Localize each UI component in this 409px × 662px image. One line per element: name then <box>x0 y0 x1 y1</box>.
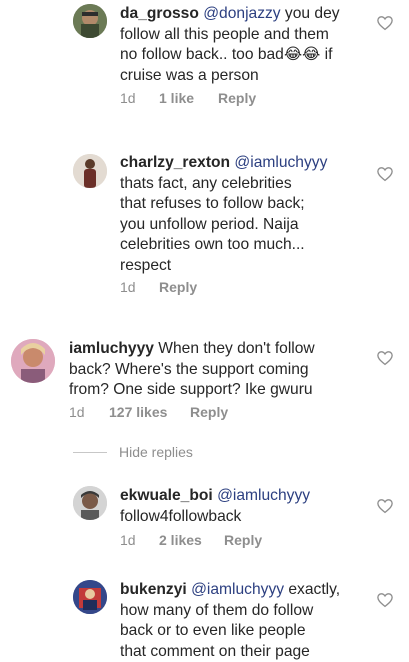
hide-replies-button[interactable]: Hide replies <box>73 444 193 460</box>
avatar-image <box>11 339 55 383</box>
comment-line: celebrities own too much... <box>120 235 375 256</box>
avatar[interactable] <box>73 154 107 188</box>
mention-link[interactable]: @iamluchyyy <box>191 581 284 598</box>
heart-outline-icon[interactable] <box>376 591 394 609</box>
comment-meta: 1d 1 like Reply <box>120 90 256 106</box>
comment-iamluchyyy: iamluchyyy When they don't follow back? … <box>0 336 409 426</box>
comment-text: iamluchyyy When they don't follow back? … <box>69 339 374 401</box>
avatar[interactable] <box>73 4 107 38</box>
timestamp: 1d <box>69 404 109 420</box>
mention-link[interactable]: @iamluchyyy <box>217 487 310 504</box>
avatar[interactable] <box>73 580 107 614</box>
comment-line: back? Where's the support coming <box>69 360 374 381</box>
comment-line: follow4followback <box>120 507 375 528</box>
timestamp: 1d <box>120 532 159 548</box>
avatar[interactable] <box>11 339 55 383</box>
username[interactable]: bukenzyi <box>120 581 187 598</box>
comment-da-grosso: da_grosso @donjazzy you dey follow all t… <box>0 0 409 115</box>
heart-outline-icon[interactable] <box>376 14 394 32</box>
comment-meta: 1d 127 likes Reply <box>69 404 228 420</box>
heart-outline-icon[interactable] <box>376 349 394 367</box>
avatar[interactable] <box>73 486 107 520</box>
likes-count[interactable]: 2 likes <box>159 532 224 548</box>
comment-line: respect <box>120 256 375 277</box>
comment-line: thats fact, any celebrities <box>120 174 375 195</box>
reply-button[interactable]: Reply <box>190 404 228 420</box>
comment-line: that comment on their page <box>120 642 375 662</box>
comment-line: you dey <box>281 5 340 22</box>
comment-line: When they don't follow <box>154 340 315 357</box>
likes-count[interactable]: 1 like <box>159 90 218 106</box>
comment-line: you unfollow period. Naija <box>120 215 375 236</box>
comment-text: charlzy_rexton @iamluchyyy thats fact, a… <box>120 153 375 276</box>
heart-outline-icon[interactable] <box>376 165 394 183</box>
username[interactable]: charlzy_rexton <box>120 154 230 171</box>
avatar-image <box>73 580 107 614</box>
comment-line: exactly, <box>284 581 340 598</box>
avatar-image <box>73 154 107 188</box>
comment-bukenzyi: bukenzyi @iamluchyyy exactly, how many o… <box>0 578 409 658</box>
comment-line: how many of them do follow <box>120 601 375 622</box>
comment-ekwuale-boi: ekwuale_boi @iamluchyyy follow4followbac… <box>0 484 409 554</box>
comment-charlzy-rexton: charlzy_rexton @iamluchyyy thats fact, a… <box>0 150 409 300</box>
comments-screen: da_grosso @donjazzy you dey follow all t… <box>0 0 409 658</box>
timestamp: 1d <box>120 279 159 295</box>
comment-line: that refuses to follow back; <box>120 194 375 215</box>
comment-text: da_grosso @donjazzy you dey follow all t… <box>120 4 375 86</box>
username[interactable]: da_grosso <box>120 5 199 22</box>
hide-replies-label: Hide replies <box>119 444 193 460</box>
comment-line: follow all this people and them <box>120 25 375 46</box>
likes-count[interactable]: 127 likes <box>109 404 190 420</box>
avatar-image <box>73 4 107 38</box>
comment-line: no follow back.. too bad😂😂 if <box>120 45 375 66</box>
divider <box>73 452 107 453</box>
comment-meta: 1d Reply <box>120 279 197 295</box>
timestamp: 1d <box>120 90 159 106</box>
reply-button[interactable]: Reply <box>218 90 256 106</box>
mention-link[interactable]: @iamluchyyy <box>234 154 327 171</box>
reply-button[interactable]: Reply <box>224 532 262 548</box>
comment-text: ekwuale_boi @iamluchyyy follow4followbac… <box>120 486 375 527</box>
reply-button[interactable]: Reply <box>159 279 197 295</box>
username[interactable]: ekwuale_boi <box>120 487 213 504</box>
comment-meta: 1d 2 likes Reply <box>120 532 262 548</box>
avatar-image <box>73 486 107 520</box>
comment-text: bukenzyi @iamluchyyy exactly, how many o… <box>120 580 375 662</box>
mention-link[interactable]: @donjazzy <box>203 5 280 22</box>
comment-line: from? One side support? Ike gwuru <box>69 380 374 401</box>
comment-line: cruise was a person <box>120 66 375 87</box>
username[interactable]: iamluchyyy <box>69 340 154 357</box>
heart-outline-icon[interactable] <box>376 497 394 515</box>
comment-line: back or to even like people <box>120 621 375 642</box>
